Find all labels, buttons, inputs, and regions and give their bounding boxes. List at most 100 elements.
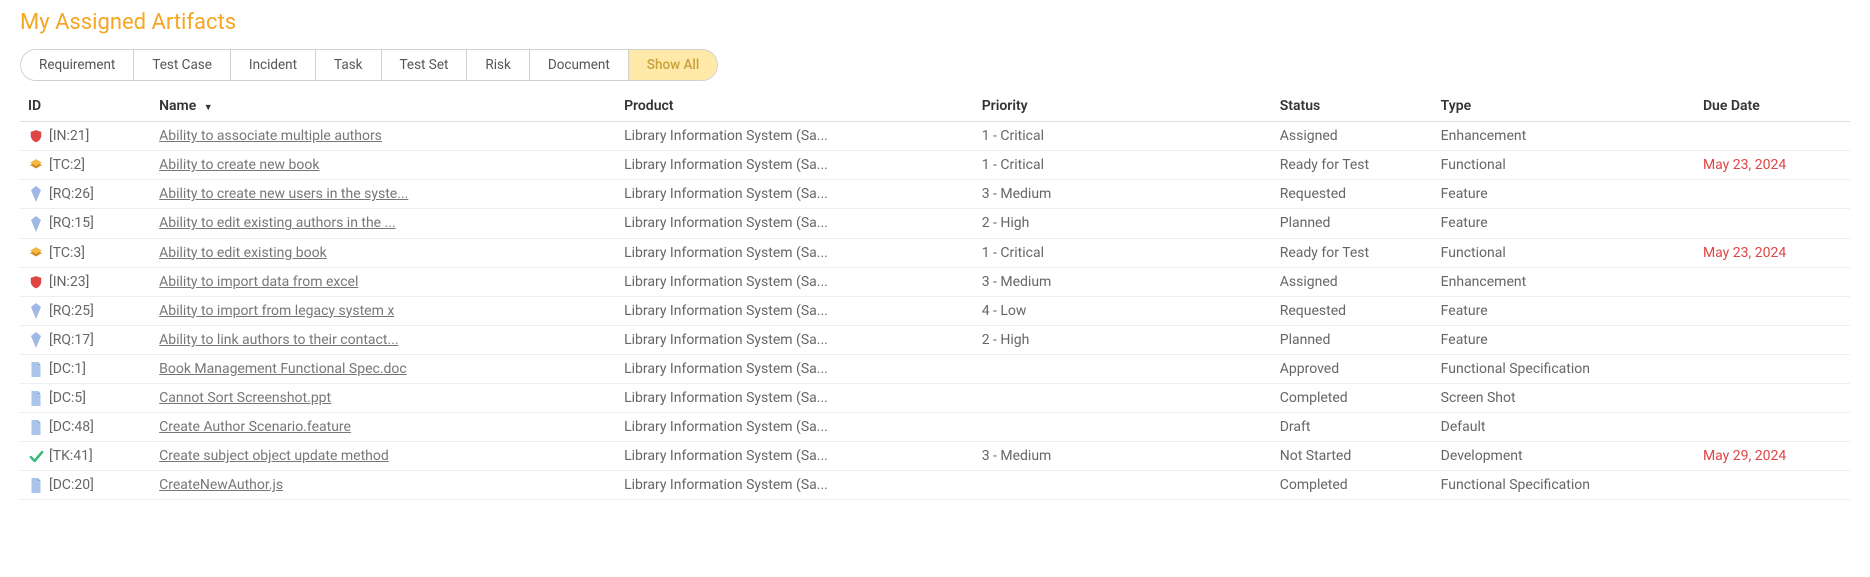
table-row: [TK:41] Create subject object update meth… [20, 442, 1850, 471]
cell-type: Feature [1433, 180, 1695, 209]
cell-priority: 2 - High [974, 325, 1272, 354]
id-label: [RQ:17] [49, 332, 94, 348]
artifact-link[interactable]: Ability to create new users in the syste… [159, 186, 408, 202]
cell-id: [DC:20] [20, 471, 151, 500]
cell-type: Feature [1433, 209, 1695, 238]
cell-due-date [1695, 296, 1850, 325]
cell-priority: 3 - Medium [974, 442, 1272, 471]
cell-status: Draft [1272, 413, 1433, 442]
cell-name: Ability to create new book [151, 151, 616, 180]
column-header-priority[interactable]: Priority [974, 91, 1272, 122]
table-row: [RQ:17] Ability to link authors to their … [20, 325, 1850, 354]
id-label: [DC:48] [49, 419, 94, 435]
column-header-status[interactable]: Status [1272, 91, 1433, 122]
tab-show-all[interactable]: Show All [629, 50, 718, 80]
cell-priority: 3 - Medium [974, 267, 1272, 296]
testcase-icon [28, 246, 44, 260]
tab-test-set[interactable]: Test Set [382, 50, 468, 80]
artifact-link[interactable]: Ability to import data from excel [159, 274, 358, 290]
requirement-icon [28, 216, 44, 232]
artifact-link[interactable]: Ability to edit existing book [159, 245, 327, 261]
cell-status: Requested [1272, 296, 1433, 325]
cell-type: Screen Shot [1433, 384, 1695, 413]
cell-product: Library Information System (Sa... [616, 122, 974, 151]
cell-due-date [1695, 180, 1850, 209]
cell-product: Library Information System (Sa... [616, 238, 974, 267]
cell-due-date [1695, 209, 1850, 238]
cell-name: Create subject object update method [151, 442, 616, 471]
table-row: [RQ:26] Ability to create new users in th… [20, 180, 1850, 209]
cell-priority [974, 384, 1272, 413]
tab-incident[interactable]: Incident [231, 50, 316, 80]
cell-status: Approved [1272, 355, 1433, 384]
table-row: [IN:21] Ability to associate multiple aut… [20, 122, 1850, 151]
table-row: [TC:2]Ability to create new bookLibrary … [20, 151, 1850, 180]
testcase-icon [28, 158, 44, 172]
cell-product: Library Information System (Sa... [616, 471, 974, 500]
tab-document[interactable]: Document [530, 50, 629, 80]
cell-due-date [1695, 267, 1850, 296]
cell-status: Requested [1272, 180, 1433, 209]
cell-due-date: May 29, 2024 [1695, 442, 1850, 471]
id-label: [RQ:15] [49, 215, 94, 231]
cell-name: CreateNewAuthor.js [151, 471, 616, 500]
table-row: [RQ:15] Ability to edit existing authors … [20, 209, 1850, 238]
requirement-icon [28, 303, 44, 319]
requirement-icon [28, 186, 44, 202]
artifact-link[interactable]: Create subject object update method [159, 448, 389, 464]
document-icon [28, 362, 44, 377]
table-row: [TC:3] Ability to edit existing book Libra… [20, 238, 1850, 267]
tab-task[interactable]: Task [316, 50, 381, 80]
sort-indicator-icon: ▼ [204, 102, 213, 113]
artifact-link[interactable]: Ability to edit existing authors in the … [159, 215, 396, 231]
id-label: [IN:23] [49, 274, 89, 290]
cell-type: Functional [1433, 238, 1695, 267]
cell-id: [RQ:25] [20, 296, 151, 325]
id-label: [TC:3] [49, 245, 85, 261]
incident-icon [28, 129, 44, 143]
tab-test-case[interactable]: Test Case [134, 50, 231, 80]
table-row: [DC:48]Create Author Scenario.featureLib… [20, 413, 1850, 442]
cell-priority: 1 - Critical [974, 238, 1272, 267]
artifact-link[interactable]: CreateNewAuthor.js [159, 477, 283, 493]
cell-due-date [1695, 413, 1850, 442]
id-label: [IN:21] [49, 128, 89, 144]
cell-name: Ability to edit existing book [151, 238, 616, 267]
column-header-type[interactable]: Type [1433, 91, 1695, 122]
artifact-link[interactable]: Ability to link authors to their contact… [159, 332, 398, 348]
cell-status: Planned [1272, 325, 1433, 354]
tab-requirement[interactable]: Requirement [21, 50, 134, 80]
cell-name: Ability to import data from excel [151, 267, 616, 296]
column-header-due[interactable]: Due Date [1695, 91, 1850, 122]
artifact-link[interactable]: Book Management Functional Spec.doc [159, 361, 407, 377]
cell-type: Default [1433, 413, 1695, 442]
cell-name: Ability to associate multiple authors [151, 122, 616, 151]
cell-product: Library Information System (Sa... [616, 267, 974, 296]
cell-name: Create Author Scenario.feature [151, 413, 616, 442]
id-label: [TK:41] [49, 448, 93, 464]
cell-product: Library Information System (Sa... [616, 384, 974, 413]
task-icon [28, 449, 44, 464]
cell-due-date [1695, 384, 1850, 413]
tab-risk[interactable]: Risk [467, 50, 529, 80]
artifact-link[interactable]: Cannot Sort Screenshot.ppt [159, 390, 331, 406]
artifact-link[interactable]: Ability to create new book [159, 157, 319, 173]
artifact-link[interactable]: Ability to import from legacy system x [159, 303, 394, 319]
cell-id: [DC:48] [20, 413, 151, 442]
cell-status: Planned [1272, 209, 1433, 238]
column-header-product[interactable]: Product [616, 91, 974, 122]
cell-id: [RQ:17] [20, 325, 151, 354]
artifact-link[interactable]: Ability to associate multiple authors [159, 128, 382, 144]
cell-product: Library Information System (Sa... [616, 355, 974, 384]
document-icon [28, 391, 44, 406]
column-header-id[interactable]: ID [20, 91, 151, 122]
cell-product: Library Information System (Sa... [616, 209, 974, 238]
cell-id: [RQ:26] [20, 180, 151, 209]
artifact-link[interactable]: Create Author Scenario.feature [159, 419, 351, 435]
column-header-name[interactable]: Name ▼ [151, 91, 616, 122]
cell-type: Development [1433, 442, 1695, 471]
cell-product: Library Information System (Sa... [616, 325, 974, 354]
cell-status: Assigned [1272, 122, 1433, 151]
cell-id: [RQ:15] [20, 209, 151, 238]
cell-product: Library Information System (Sa... [616, 296, 974, 325]
